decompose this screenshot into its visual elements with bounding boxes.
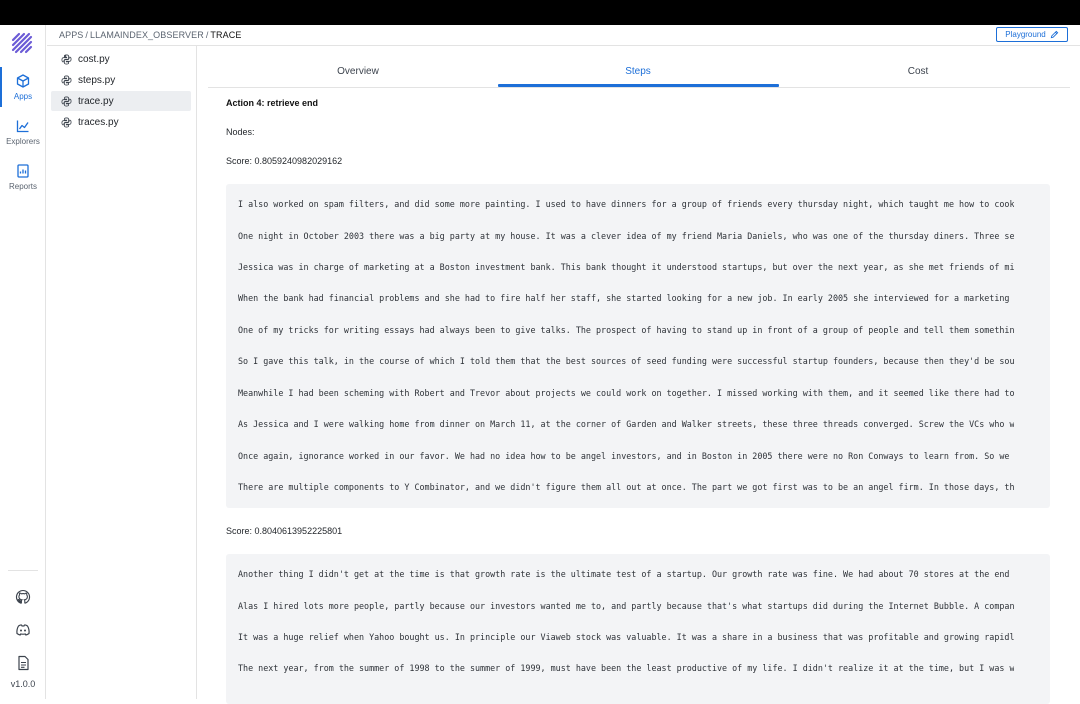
file-name: steps.py (78, 74, 116, 86)
tab-overview[interactable]: Overview (218, 56, 498, 88)
file-item-trace[interactable]: trace.py (51, 91, 191, 111)
python-icon (61, 117, 72, 127)
node-text-line: So I gave this talk, in the course of wh… (238, 356, 1014, 366)
python-icon (61, 75, 72, 85)
node-text-line: I also worked on spam filters, and did s… (238, 199, 1014, 209)
file-item-cost[interactable]: cost.py (51, 49, 191, 69)
node-text-line: As Jessica and I were walking home from … (238, 419, 1014, 429)
node-score: Score: 0.8059240982029162 (226, 156, 343, 166)
breadcrumb-app[interactable]: LLAMAINDEX_OBSERVER (90, 30, 204, 40)
breadcrumb-current: TRACE (210, 30, 242, 40)
app-header: APPS / LLAMAINDEX_OBSERVER / TRACE Playgroun… (47, 25, 1080, 46)
logo-icon[interactable] (11, 32, 33, 54)
node-text-line: The next year, from the summer of 1998 t… (238, 663, 1014, 673)
pencil-icon (1050, 30, 1059, 39)
window-top-bar (0, 0, 1080, 25)
rail-item-label: Apps (13, 92, 33, 101)
nodes-label: Nodes: (226, 127, 255, 137)
python-icon (61, 96, 72, 106)
node-score: Score: 0.8040613952225801 (226, 526, 343, 536)
node-text-line: There are multiple components to Y Combi… (238, 482, 1014, 492)
discord-icon[interactable] (15, 622, 31, 638)
breadcrumb: APPS / LLAMAINDEX_OBSERVER / TRACE (59, 30, 242, 40)
chart-icon (16, 120, 29, 133)
node-text-line: Another thing I didn't get at the time i… (238, 569, 1014, 579)
node-text-block: Another thing I didn't get at the time i… (226, 554, 1050, 704)
nav-rail: Apps Explorers Reports v1.0.0 (0, 25, 46, 699)
rail-item-explorers[interactable]: Explorers (0, 119, 46, 146)
node-text-line: One night in October 2003 there was a bi… (238, 231, 1014, 241)
python-icon (61, 54, 72, 64)
github-icon[interactable] (15, 589, 31, 605)
action-title: Action 4: retrieve end (226, 98, 319, 108)
breadcrumb-apps[interactable]: APPS (59, 30, 83, 40)
node-text-line: Jessica was in charge of marketing at a … (238, 262, 1014, 272)
node-text-line: When the bank had financial problems and… (238, 293, 1014, 303)
file-list: cost.py steps.py trace.py traces.py (47, 46, 197, 699)
node-text-line: One of my tricks for writing essays had … (238, 325, 1014, 335)
file-item-traces[interactable]: traces.py (51, 112, 191, 132)
rail-item-label: Explorers (6, 137, 40, 146)
file-name: cost.py (78, 53, 110, 65)
playground-button[interactable]: Playground (996, 27, 1068, 42)
report-icon (17, 164, 29, 178)
file-name: traces.py (78, 116, 119, 128)
tab-cost[interactable]: Cost (778, 56, 1058, 88)
rail-item-reports[interactable]: Reports (0, 164, 46, 191)
file-item-steps[interactable]: steps.py (51, 70, 191, 90)
cube-icon (16, 74, 30, 88)
rail-divider (8, 570, 38, 571)
main-panel: Overview Steps Cost Action 4: retrieve e… (198, 46, 1080, 704)
node-text-line: Alas I hired lots more people, partly be… (238, 601, 1014, 611)
rail-item-apps[interactable]: Apps (0, 74, 46, 101)
node-text-line: It was a huge relief when Yahoo bought u… (238, 632, 1014, 642)
rail-item-label: Reports (8, 182, 37, 191)
node-text-line: Meanwhile I had been scheming with Rober… (238, 388, 1014, 398)
version-label: v1.0.0 (10, 679, 36, 689)
node-text-block: I also worked on spam filters, and did s… (226, 184, 1050, 508)
playground-label: Playground (1005, 30, 1046, 39)
docs-icon[interactable] (15, 655, 31, 671)
active-tab-indicator (498, 84, 779, 87)
file-name: trace.py (78, 95, 114, 107)
node-text-line: Once again, ignorance worked in our favo… (238, 451, 1014, 461)
